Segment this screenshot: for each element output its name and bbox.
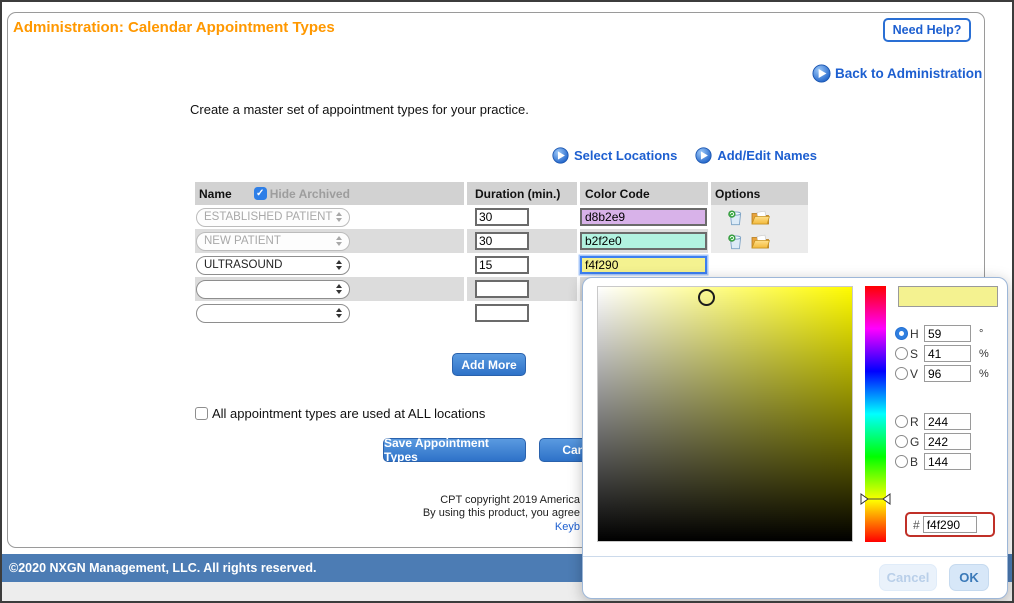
appointment-name-select[interactable] xyxy=(196,280,350,299)
checkmark-icon: ✓ xyxy=(256,188,264,199)
duration-input[interactable] xyxy=(475,280,529,298)
hex-input[interactable] xyxy=(923,516,977,533)
red-field-row: R xyxy=(895,413,971,430)
duration-input[interactable] xyxy=(475,232,529,250)
value-input[interactable] xyxy=(924,365,971,382)
color-picker-dialog: H ° S % V % R G B xyxy=(582,277,1008,599)
green-field-row: G xyxy=(895,433,971,450)
intro-text: Create a master set of appointment types… xyxy=(190,102,529,117)
appointment-name-select[interactable]: ULTRASOUND xyxy=(196,256,350,275)
open-folder-icon[interactable] xyxy=(751,234,770,249)
duration-input[interactable] xyxy=(475,256,529,274)
appointment-name-select[interactable]: NEW PATIENT xyxy=(196,232,350,251)
all-locations-label: All appointment types are used at ALL lo… xyxy=(212,406,485,421)
hue-field-row: H ° xyxy=(895,325,983,342)
blue-radio[interactable] xyxy=(895,455,908,468)
duration-input[interactable] xyxy=(475,208,529,226)
hash-prefix: # xyxy=(913,518,920,532)
archive-recycle-bin-icon[interactable] xyxy=(727,209,744,226)
header-links: Select Locations Add/Edit Names xyxy=(552,147,817,164)
hide-archived-checkbox[interactable]: ✓ xyxy=(254,187,267,200)
value-unit: % xyxy=(979,368,989,380)
picker-ok-button[interactable]: OK xyxy=(949,564,989,591)
select-stepper-icon xyxy=(336,284,342,294)
value-field-row: V % xyxy=(895,365,989,382)
saturation-label: S xyxy=(910,347,922,361)
red-label: R xyxy=(910,415,922,429)
blue-field-row: B xyxy=(895,453,971,470)
add-edit-names-link[interactable]: Add/Edit Names xyxy=(717,148,817,163)
cpt-line2: By using this product, you agree xyxy=(180,507,580,520)
need-help-button[interactable]: Need Help? xyxy=(883,18,971,42)
all-locations-checkbox[interactable] xyxy=(195,407,208,420)
picker-cancel-button[interactable]: Cancel xyxy=(879,564,937,591)
column-header-name: Name xyxy=(199,187,232,201)
keyboard-shortcuts-link[interactable]: Keyb xyxy=(555,521,580,533)
select-stepper-icon xyxy=(336,236,342,246)
back-link-label: Back to Administration xyxy=(835,66,982,81)
dialog-separator xyxy=(583,556,1007,557)
value-label: V xyxy=(910,367,922,381)
table-row: NEW PATIENT xyxy=(195,229,808,253)
select-stepper-icon xyxy=(336,260,342,270)
back-to-administration-link[interactable]: Back to Administration xyxy=(812,64,982,83)
open-folder-icon[interactable] xyxy=(751,210,770,225)
play-circle-icon xyxy=(812,64,831,83)
play-circle-icon xyxy=(695,147,712,164)
column-header-duration: Duration (min.) xyxy=(475,187,560,201)
app-window: Administration: Calendar Appointment Typ… xyxy=(0,0,1014,603)
green-radio[interactable] xyxy=(895,435,908,448)
saturation-unit: % xyxy=(979,348,989,360)
column-header-color-code: Color Code xyxy=(585,187,650,201)
green-label: G xyxy=(910,435,922,449)
hue-slider-handle[interactable] xyxy=(860,493,891,505)
hue-label: H xyxy=(910,327,922,341)
appointment-name-select[interactable]: ESTABLISHED PATIENT xyxy=(196,208,350,227)
saturation-radio[interactable] xyxy=(895,347,908,360)
selected-color-preview xyxy=(898,286,998,307)
footer-copyright: ©2020 NXGN Management, LLC. All rights r… xyxy=(9,561,316,575)
color-code-input[interactable] xyxy=(580,232,707,250)
color-code-input[interactable] xyxy=(580,208,707,226)
column-header-options: Options xyxy=(715,187,760,201)
hue-input[interactable] xyxy=(924,325,971,342)
select-stepper-icon xyxy=(336,308,342,318)
page-title: Administration: Calendar Appointment Typ… xyxy=(13,19,335,36)
select-stepper-icon xyxy=(336,212,342,222)
saturation-input[interactable] xyxy=(924,345,971,362)
color-code-input-focused[interactable] xyxy=(580,256,707,274)
all-locations-row: All appointment types are used at ALL lo… xyxy=(195,406,485,421)
add-more-button[interactable]: Add More xyxy=(452,353,526,376)
color-selection-marker[interactable] xyxy=(698,289,715,306)
table-row: ULTRASOUND xyxy=(195,253,808,277)
blue-label: B xyxy=(910,455,922,469)
blue-input[interactable] xyxy=(924,453,971,470)
save-appointment-types-button[interactable]: Save Appointment Types xyxy=(383,438,526,462)
play-circle-icon xyxy=(552,147,569,164)
hide-archived-label: Hide Archived xyxy=(270,187,350,201)
hex-value-box: # xyxy=(905,512,995,537)
select-locations-link[interactable]: Select Locations xyxy=(574,148,677,163)
hue-unit: ° xyxy=(979,328,983,340)
value-radio[interactable] xyxy=(895,367,908,380)
cpt-copyright-text: CPT copyright 2019 America By using this… xyxy=(180,494,580,534)
hue-radio[interactable] xyxy=(895,327,908,340)
saturation-field-row: S % xyxy=(895,345,989,362)
saturation-value-field[interactable] xyxy=(597,286,853,542)
green-input[interactable] xyxy=(924,433,971,450)
red-input[interactable] xyxy=(924,413,971,430)
table-row: ESTABLISHED PATIENT xyxy=(195,205,808,229)
red-radio[interactable] xyxy=(895,415,908,428)
cpt-line1: CPT copyright 2019 America xyxy=(180,494,580,507)
archive-recycle-bin-icon[interactable] xyxy=(727,233,744,250)
table-header-row: Name ✓ Hide Archived Duration (min.) Col… xyxy=(195,182,808,205)
appointment-name-select[interactable] xyxy=(196,304,350,323)
duration-input[interactable] xyxy=(475,304,529,322)
